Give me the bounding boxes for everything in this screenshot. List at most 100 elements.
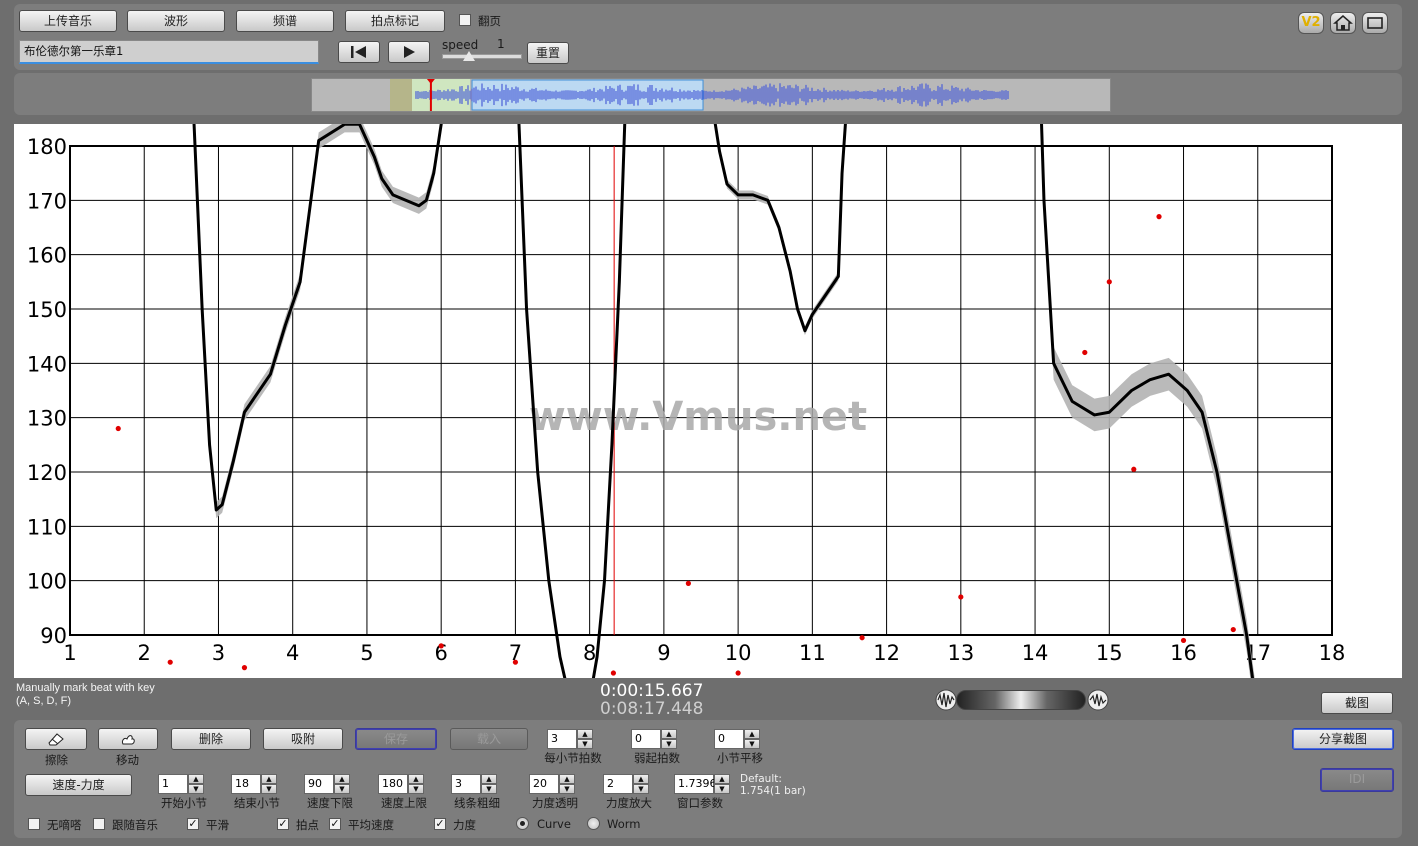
tempo-curve	[1040, 124, 1255, 678]
tempo-dynamics-mode-button[interactable]: 速度-力度	[25, 774, 132, 796]
increment-arrow-icon[interactable]: ▲	[661, 729, 677, 739]
x-tick-label: 5	[360, 641, 373, 665]
dynamics-alpha-spinner[interactable]: 20 ▲ ▼ 力度透明	[529, 774, 578, 810]
dynamics-checkbox[interactable]: ✓	[434, 818, 446, 830]
volume-control[interactable]	[934, 689, 1110, 711]
bar-shift-spinner[interactable]: 0 ▲ ▼ 小节平移	[714, 729, 763, 765]
fullscreen-button[interactable]	[1362, 12, 1388, 34]
line-width-spinner[interactable]: 3 ▲ ▼ 线条粗细	[451, 774, 500, 810]
x-tick-label: 4	[286, 641, 299, 665]
dynamics-zoom-input[interactable]: 2	[603, 774, 633, 794]
fullscreen-icon	[1367, 17, 1383, 29]
tempo-curve	[192, 124, 443, 512]
upload-music-button[interactable]: 上传音乐	[19, 10, 117, 32]
window-param-caption: 窗口参数	[677, 796, 723, 810]
chart-area[interactable]: 1 2 3 4 5 6 7 8 9 10 11 12 13 14 15 16 17 18 90 100 110 120 13…	[14, 124, 1402, 678]
end-bar-input[interactable]: 18	[231, 774, 261, 794]
follow-music-checkbox[interactable]	[93, 818, 105, 830]
decrement-arrow-icon[interactable]: ▼	[334, 784, 350, 794]
rewind-button[interactable]	[338, 41, 380, 63]
version-badge[interactable]: V2	[1298, 12, 1324, 34]
increment-arrow-icon[interactable]: ▲	[577, 729, 593, 739]
waveform-button[interactable]: 波形	[127, 10, 225, 32]
beats-per-bar-input[interactable]: 3	[547, 729, 577, 749]
erase-button[interactable]	[25, 728, 87, 750]
tempo-chart[interactable]: 1 2 3 4 5 6 7 8 9 10 11 12 13 14 15 16 17 189010011012013…	[14, 124, 1402, 678]
beat-dot	[438, 643, 444, 649]
beat-dot	[1180, 637, 1187, 644]
dynamics-alpha-input[interactable]: 20	[529, 774, 559, 794]
tempo-min-spinner[interactable]: 90 ▲ ▼ 速度下限	[304, 774, 353, 810]
decrement-arrow-icon[interactable]: ▼	[661, 739, 677, 749]
decrement-arrow-icon[interactable]: ▼	[188, 784, 204, 794]
decrement-arrow-icon[interactable]: ▼	[261, 784, 277, 794]
increment-arrow-icon[interactable]: ▲	[334, 774, 350, 784]
track-title-input[interactable]: 布伦德尔第一乐章1	[19, 40, 319, 64]
skip-back-icon	[351, 46, 366, 58]
tempo-max-input[interactable]: 180	[378, 774, 408, 794]
dynamics-zoom-spinner[interactable]: 2 ▲ ▼ 力度放大	[603, 774, 652, 810]
start-bar-input[interactable]: 1	[158, 774, 188, 794]
default-label: Default:	[740, 773, 782, 785]
play-button[interactable]	[388, 41, 430, 63]
increment-arrow-icon[interactable]: ▲	[633, 774, 649, 784]
move-label: 移动	[116, 753, 139, 767]
bar-shift-input[interactable]: 0	[714, 729, 744, 749]
increment-arrow-icon[interactable]: ▲	[261, 774, 277, 784]
increment-arrow-icon[interactable]: ▲	[559, 774, 575, 784]
start-bar-spinner[interactable]: 1 ▲ ▼ 开始小节	[158, 774, 207, 810]
window-param-input[interactable]: 1.7396	[674, 774, 717, 794]
pickup-beats-input[interactable]: 0	[631, 729, 661, 749]
decrement-arrow-icon[interactable]: ▼	[633, 784, 649, 794]
curve-radio[interactable]	[516, 817, 529, 830]
pickup-beats-spinner[interactable]: 0 ▲ ▼ 弱起拍数	[631, 729, 680, 765]
avg-tempo-checkbox[interactable]: ✓	[329, 818, 341, 830]
end-bar-spinner[interactable]: 18 ▲ ▼ 结束小节	[231, 774, 280, 810]
x-tick-label: 13	[947, 641, 974, 665]
hint-line-1: Manually mark beat with key	[16, 682, 155, 694]
overview-waveform[interactable]	[311, 78, 1111, 112]
idi-button[interactable]: IDI	[1320, 768, 1394, 792]
reset-button[interactable]: 重置	[527, 42, 569, 64]
beat-dot	[685, 580, 691, 586]
default-value: 1.754(1 bar)	[740, 785, 806, 797]
increment-arrow-icon[interactable]: ▲	[481, 774, 497, 784]
move-button[interactable]	[98, 728, 158, 750]
beat-point-checkbox[interactable]: ✓	[277, 818, 289, 830]
spectrum-button[interactable]: 频谱	[236, 10, 334, 32]
speed-slider[interactable]	[442, 54, 522, 59]
decrement-arrow-icon[interactable]: ▼	[577, 739, 593, 749]
decrement-arrow-icon[interactable]: ▼	[714, 784, 730, 794]
avg-tempo-label: 平均速度	[348, 818, 394, 832]
save-button[interactable]: 保存	[355, 728, 437, 750]
home-button[interactable]	[1330, 12, 1356, 34]
tempo-max-spinner[interactable]: 180 ▲ ▼ 速度上限	[378, 774, 427, 810]
beat-dot	[241, 665, 248, 671]
no-ticks-checkbox[interactable]	[28, 818, 40, 830]
line-width-input[interactable]: 3	[451, 774, 481, 794]
increment-arrow-icon[interactable]: ▲	[744, 729, 760, 739]
y-tick-label: 140	[27, 352, 67, 376]
increment-arrow-icon[interactable]: ▲	[714, 774, 730, 784]
delete-button[interactable]: 删除	[171, 728, 251, 750]
window-param-spinner[interactable]: 1.7396 ▲ ▼ 窗口参数	[674, 774, 732, 810]
smooth-checkbox[interactable]: ✓	[187, 818, 199, 830]
screenshot-button[interactable]: 截图	[1321, 692, 1393, 714]
x-tick-label: 3	[212, 641, 225, 665]
load-button[interactable]: 载入	[450, 728, 528, 750]
increment-arrow-icon[interactable]: ▲	[188, 774, 204, 784]
worm-radio[interactable]	[587, 817, 600, 830]
beats-per-bar-spinner[interactable]: 3 ▲ ▼ 每小节拍数	[544, 729, 602, 765]
decrement-arrow-icon[interactable]: ▼	[408, 784, 424, 794]
increment-arrow-icon[interactable]: ▲	[408, 774, 424, 784]
share-screenshot-button[interactable]: 分享截图	[1292, 728, 1394, 750]
snap-button[interactable]: 吸附	[263, 728, 343, 750]
beat-mark-button[interactable]: 拍点标记	[345, 10, 445, 32]
decrement-arrow-icon[interactable]: ▼	[744, 739, 760, 749]
speed-slider-thumb[interactable]	[463, 51, 475, 61]
volume-track[interactable]	[956, 690, 1086, 710]
decrement-arrow-icon[interactable]: ▼	[481, 784, 497, 794]
tempo-min-input[interactable]: 90	[304, 774, 334, 794]
decrement-arrow-icon[interactable]: ▼	[559, 784, 575, 794]
page-flip-checkbox[interactable]	[459, 14, 471, 26]
